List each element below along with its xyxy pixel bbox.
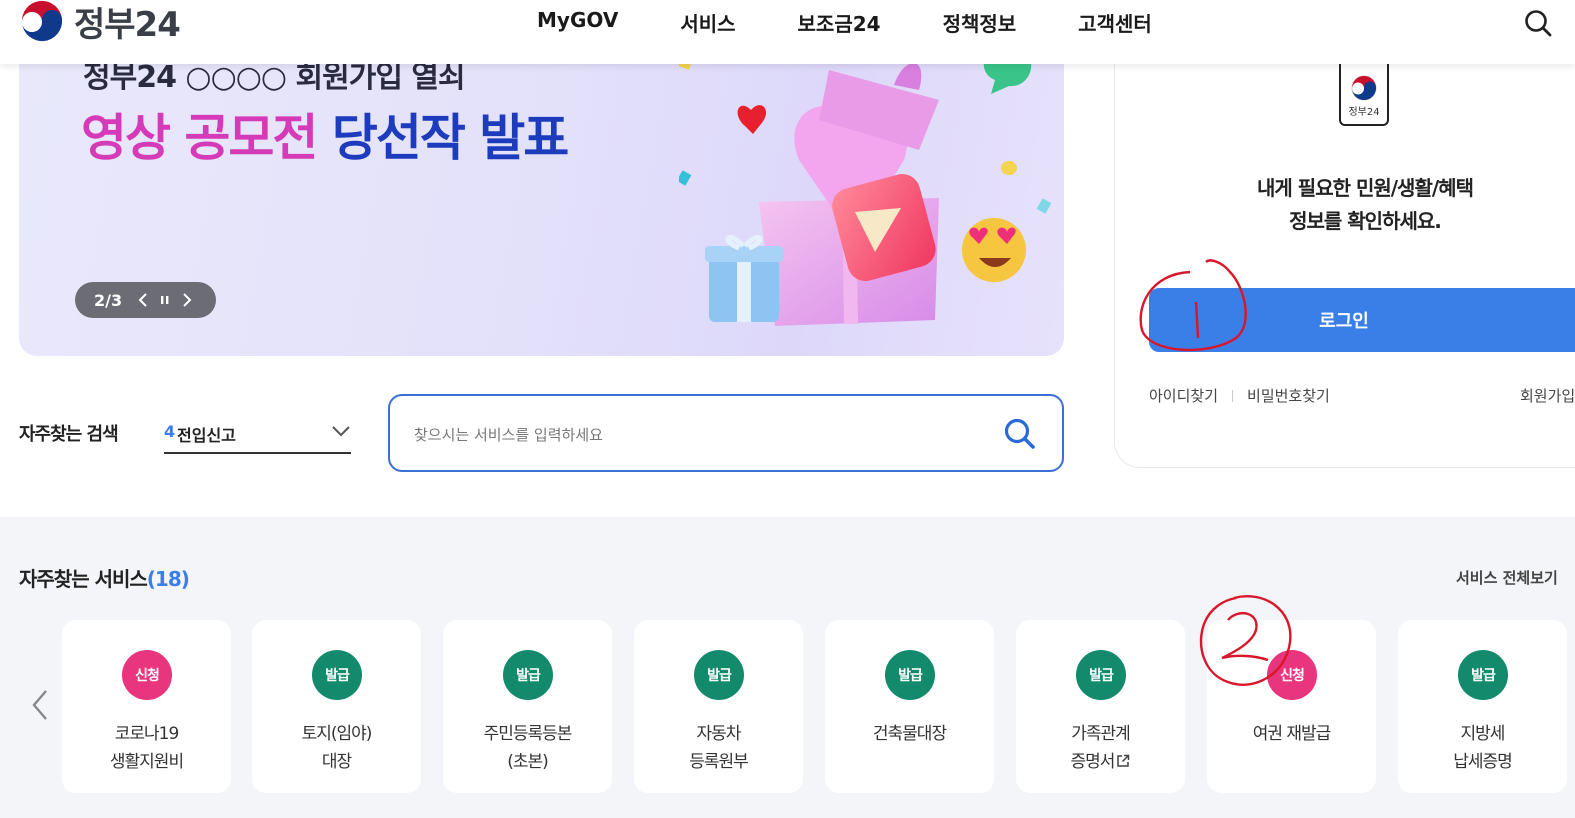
service-card-passport-reissue[interactable]: 신청 여권 재발급 <box>1207 620 1376 793</box>
search-icon[interactable] <box>1523 8 1553 38</box>
pause-icon <box>161 296 169 304</box>
pager-pause-button[interactable] <box>154 289 176 311</box>
frequent-search-select[interactable]: 4 전입신고 <box>164 418 351 454</box>
frequent-search-rank: 4 <box>164 422 176 441</box>
service-card-name: 가족관계 증명서 <box>1016 720 1185 776</box>
banner-title-blue: 당선작 발표 <box>331 109 569 167</box>
service-card-building-register[interactable]: 발급 건축물대장 <box>825 620 994 793</box>
issue-badge: 발급 <box>885 650 935 700</box>
find-password-link[interactable]: 비밀번호찾기 <box>1247 385 1330 406</box>
service-card-name-line2: 등록원부 <box>689 752 749 772</box>
nav-policy-info[interactable]: 정책정보 <box>943 8 1017 37</box>
service-card-name-line1: 건축물대장 <box>872 724 947 744</box>
taegeuk-small-icon: 정부24 <box>1348 75 1380 118</box>
service-card-family-relation[interactable]: 발급 가족관계 증명서 <box>1016 620 1185 793</box>
nav-mygov[interactable]: MyGOV <box>537 8 618 37</box>
issue-badge: 발급 <box>312 650 362 700</box>
service-card-vehicle-register[interactable]: 발급 자동차 등록원부 <box>634 620 803 793</box>
banner-title-pink: 영상 공모전 <box>81 109 318 167</box>
pager-next-button[interactable] <box>176 289 198 311</box>
find-id-link[interactable]: 아이디찾기 <box>1149 385 1218 406</box>
service-card-name-line1: 여권 재발급 <box>1252 724 1332 744</box>
apply-badge: 신청 <box>122 650 172 700</box>
link-divider <box>1232 389 1234 402</box>
nav-customer-center[interactable]: 고객센터 <box>1078 8 1152 37</box>
service-card-name-line2: 대장 <box>321 752 352 772</box>
service-card-name-line1: 자동차 <box>696 724 742 744</box>
service-card-name-line1: 토지(임야) <box>301 724 373 744</box>
service-card-name: 건축물대장 <box>825 720 994 748</box>
service-card-land-register[interactable]: 발급 토지(임야) 대장 <box>252 620 421 793</box>
login-button[interactable]: 로그인 <box>1149 288 1575 352</box>
frequent-search-label: 자주찾는 검색 <box>19 424 119 445</box>
gov24-app-icon: 정부24 <box>1339 54 1389 126</box>
login-message-line2: 정보를 확인하세요. <box>1289 209 1442 233</box>
service-card-covid-support[interactable]: 신청 코로나19 생활지원비 <box>62 620 231 793</box>
service-card-name: 여권 재발급 <box>1207 720 1376 748</box>
service-card-name-line2: 납세증명 <box>1453 752 1513 772</box>
pager-count: 2/3 <box>94 290 123 310</box>
service-card-name-line1: 주민등록등본 <box>483 724 573 744</box>
service-card-name-line1: 가족관계 <box>1071 724 1131 744</box>
service-card-name: 토지(임야) 대장 <box>252 720 421 776</box>
frequent-search-term: 전입신고 <box>177 426 236 445</box>
app-icon-label: 정부24 <box>1348 106 1379 118</box>
chevron-left-icon <box>138 293 147 307</box>
service-card-name: 코로나19 생활지원비 <box>62 720 231 776</box>
chevron-right-icon <box>183 293 192 307</box>
service-search-box <box>388 394 1064 472</box>
nav-service[interactable]: 서비스 <box>680 8 735 37</box>
main-nav: MyGOV 서비스 보조금24 정책정보 고객센터 <box>537 8 1214 37</box>
chevron-left-icon[interactable] <box>26 687 56 723</box>
banner-title: 영상 공모전 당선작 발표 <box>81 98 569 170</box>
service-card-name: 자동차 등록원부 <box>634 720 803 776</box>
site-logo[interactable]: 정부24 <box>18 0 181 48</box>
login-panel: 정부24 내게 필요한 민원/생활/혜택 정보를 확인하세요. 로그인 아이디찾… <box>1114 40 1575 468</box>
service-card-name-line2: 생활지원비 <box>109 752 184 772</box>
service-card-name-line2: 증명서 <box>1070 752 1116 772</box>
service-card-name-line2-wrap: 증명서 <box>1016 748 1185 776</box>
login-links: 아이디찾기 비밀번호찾기 <box>1149 385 1330 406</box>
issue-badge: 발급 <box>1076 650 1126 700</box>
apply-badge: 신청 <box>1267 650 1317 700</box>
login-message: 내게 필요한 민원/생활/혜택 정보를 확인하세요. <box>1115 172 1575 238</box>
logo-text: 정부24 <box>74 4 181 45</box>
service-card-name-line1: 코로나19 <box>114 724 180 744</box>
issue-badge: 발급 <box>503 650 553 700</box>
service-card-name: 주민등록등본 (초본) <box>443 720 612 776</box>
promo-banner[interactable]: 정부24 ○○○○ 회원가입 열쇠 영상 공모전 당선작 발표 2/3 <box>19 40 1064 356</box>
services-title: 자주찾는 서비스(18) <box>19 563 190 592</box>
service-card-resident-register[interactable]: 발급 주민등록등본 (초본) <box>443 620 612 793</box>
taegeuk-logo-icon <box>20 0 64 43</box>
service-card-name: 지방세 납세증명 <box>1398 720 1567 776</box>
issue-badge: 발급 <box>1458 650 1508 700</box>
issue-badge: 발급 <box>694 650 744 700</box>
banner-pager: 2/3 <box>75 282 216 318</box>
external-link-icon <box>1117 754 1130 767</box>
login-message-line1: 내게 필요한 민원/생활/혜택 <box>1257 176 1474 200</box>
gift-box-illustration <box>679 46 1052 326</box>
frequent-services-section: 자주찾는 서비스(18) 서비스 전체보기 신청 코로나19 생활지원비 발급 … <box>0 517 1575 818</box>
services-title-text: 자주찾는 서비스 <box>19 567 148 591</box>
services-count: (18) <box>146 567 190 591</box>
chevron-down-icon <box>332 426 350 437</box>
search-icon[interactable] <box>1002 416 1038 452</box>
top-header: 정부24 MyGOV 서비스 보조금24 정책정보 고객센터 <box>0 0 1575 64</box>
view-all-services-link[interactable]: 서비스 전체보기 <box>1456 567 1558 588</box>
join-link[interactable]: 회원가입 <box>1520 385 1575 406</box>
nav-subsidy24[interactable]: 보조금24 <box>798 8 881 37</box>
service-card-name-line2: (초본) <box>507 752 549 772</box>
service-search-input[interactable] <box>414 418 974 452</box>
pager-prev-button[interactable] <box>132 289 154 311</box>
service-card-name-line1: 지방세 <box>1460 724 1506 744</box>
service-card-local-tax-certificate[interactable]: 발급 지방세 납세증명 <box>1398 620 1567 793</box>
